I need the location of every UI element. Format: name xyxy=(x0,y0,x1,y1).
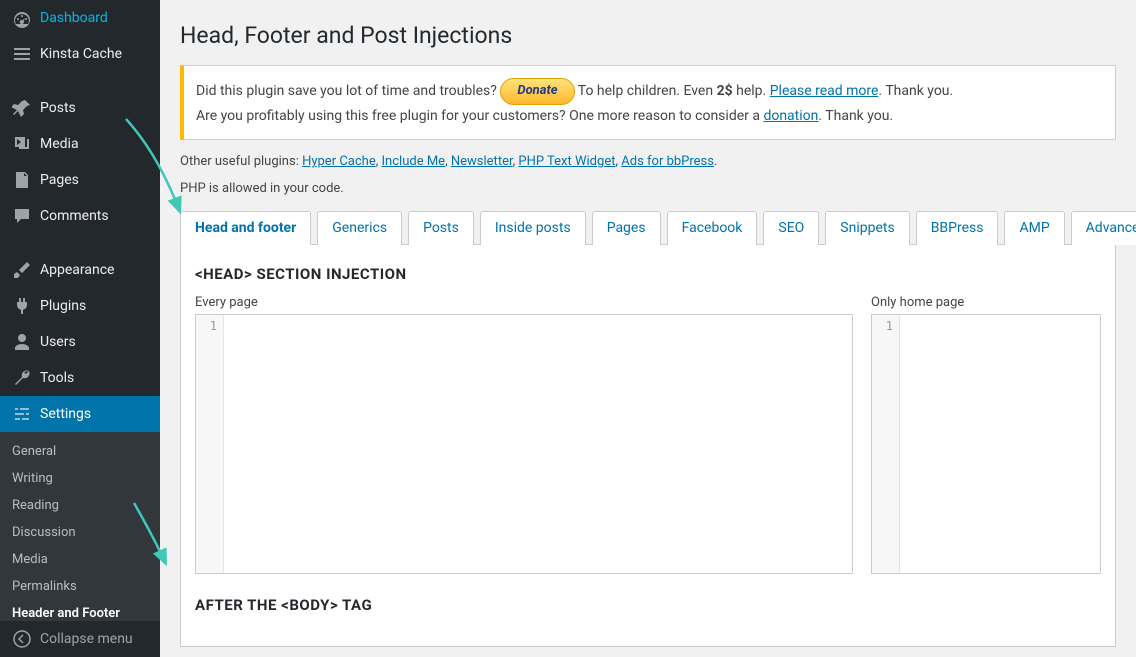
section-after-body: AFTER THE <BODY> TAG xyxy=(195,596,1101,614)
submenu-reading[interactable]: Reading xyxy=(0,492,160,519)
collapse-label: Collapse menu xyxy=(40,631,133,647)
donate-button[interactable]: Donate xyxy=(500,78,574,105)
notice-text-3: help. xyxy=(733,83,770,99)
sidebar-item-tools[interactable]: Tools xyxy=(0,360,160,396)
sidebar-label: Appearance xyxy=(40,262,114,278)
submenu-discussion[interactable]: Discussion xyxy=(0,519,160,546)
tab-posts[interactable]: Posts xyxy=(408,211,474,245)
notice-line2a: Are you profitably using this free plugi… xyxy=(196,108,763,124)
admin-sidebar: Dashboard Kinsta Cache Posts Media Pages… xyxy=(0,0,160,657)
sidebar-item-pages[interactable]: Pages xyxy=(0,162,160,198)
link-include-me[interactable]: Include Me xyxy=(382,154,446,169)
menu-icon xyxy=(12,44,32,64)
sidebar-item-posts[interactable]: Posts xyxy=(0,90,160,126)
link-hyper-cache[interactable]: Hyper Cache xyxy=(302,154,376,169)
main-content: Head, Footer and Post Injections Did thi… xyxy=(160,0,1136,657)
gutter: 1 xyxy=(196,315,224,573)
sidebar-label: Pages xyxy=(40,172,79,188)
sidebar-label: Comments xyxy=(40,208,109,224)
sidebar-label: Tools xyxy=(40,370,74,386)
notice-amount: 2$ xyxy=(717,83,733,99)
editor-every-page-col: Every page 1 xyxy=(195,295,853,574)
editors-row: Every page 1 Only home page 1 xyxy=(195,295,1101,574)
sidebar-item-dashboard[interactable]: Dashboard xyxy=(0,0,160,36)
tab-inside-posts[interactable]: Inside posts xyxy=(480,211,586,245)
gutter: 1 xyxy=(872,315,900,573)
other-plugins-label: Other useful plugins: xyxy=(180,154,302,169)
tab-amp[interactable]: AMP xyxy=(1004,211,1064,245)
tab-snippets[interactable]: Snippets xyxy=(825,211,909,245)
submenu-media[interactable]: Media xyxy=(0,546,160,573)
notice-text-2: To help children. Even xyxy=(578,83,717,99)
media-icon xyxy=(12,134,32,154)
tabs-nav: Head and footer Generics Posts Inside po… xyxy=(180,210,1116,245)
plug-icon xyxy=(12,296,32,316)
user-icon xyxy=(12,332,32,352)
sidebar-label: Plugins xyxy=(40,298,86,314)
notice-thanks: . Thank you. xyxy=(878,83,953,99)
tab-facebook[interactable]: Facebook xyxy=(667,211,758,245)
submenu-general[interactable]: General xyxy=(0,438,160,465)
collapse-menu[interactable]: Collapse menu xyxy=(0,620,160,657)
tab-head-footer[interactable]: Head and footer xyxy=(180,211,311,245)
tab-bbpress[interactable]: BBPress xyxy=(916,211,999,245)
sidebar-label: Settings xyxy=(40,406,91,422)
sidebar-label: Dashboard xyxy=(40,10,108,26)
editor-home-page-col: Only home page 1 xyxy=(871,295,1101,574)
tab-advanced[interactable]: Advanced xyxy=(1071,211,1136,245)
page-icon xyxy=(12,170,32,190)
link-ads-bbpress[interactable]: Ads for bbPress xyxy=(621,154,714,169)
page-title: Head, Footer and Post Injections xyxy=(180,22,1116,49)
sidebar-item-plugins[interactable]: Plugins xyxy=(0,288,160,324)
wrench-icon xyxy=(12,368,32,388)
other-plugins-row: Other useful plugins: Hyper Cache, Inclu… xyxy=(180,154,1116,169)
section-head-injection: <HEAD> SECTION INJECTION xyxy=(195,265,1101,283)
editor-home-page: 1 xyxy=(871,314,1101,574)
sidebar-item-comments[interactable]: Comments xyxy=(0,198,160,234)
pin-icon xyxy=(12,98,32,118)
sliders-icon xyxy=(12,404,32,424)
label-every-page: Every page xyxy=(195,295,853,310)
link-newsletter[interactable]: Newsletter xyxy=(451,154,513,169)
link-php-text-widget[interactable]: PHP Text Widget xyxy=(518,154,615,169)
sidebar-item-kinsta-cache[interactable]: Kinsta Cache xyxy=(0,36,160,72)
donation-notice: Did this plugin save you lot of time and… xyxy=(180,65,1116,140)
dashboard-icon xyxy=(12,8,32,28)
tab-generics[interactable]: Generics xyxy=(317,211,402,245)
editor-every-page: 1 xyxy=(195,314,853,574)
sidebar-item-appearance[interactable]: Appearance xyxy=(0,252,160,288)
submenu-permalinks[interactable]: Permalinks xyxy=(0,573,160,600)
read-more-link[interactable]: Please read more xyxy=(770,83,879,99)
code-input-home-page[interactable] xyxy=(900,315,1100,573)
notice-text-1: Did this plugin save you lot of time and… xyxy=(196,83,497,99)
code-input-every-page[interactable] xyxy=(224,315,852,573)
label-home-page: Only home page xyxy=(871,295,1101,310)
collapse-icon xyxy=(12,629,32,649)
sidebar-item-media[interactable]: Media xyxy=(0,126,160,162)
comment-icon xyxy=(12,206,32,226)
tab-pages[interactable]: Pages xyxy=(592,211,661,245)
tab-seo[interactable]: SEO xyxy=(763,211,819,245)
donation-link[interactable]: donation xyxy=(763,108,818,124)
submenu-writing[interactable]: Writing xyxy=(0,465,160,492)
tab-panel-head-footer: <HEAD> SECTION INJECTION Every page 1 On… xyxy=(180,245,1116,647)
sidebar-item-users[interactable]: Users xyxy=(0,324,160,360)
sidebar-label: Media xyxy=(40,136,79,152)
sidebar-item-settings[interactable]: Settings xyxy=(0,396,160,432)
sidebar-label: Posts xyxy=(40,100,76,116)
brush-icon xyxy=(12,260,32,280)
settings-submenu: General Writing Reading Discussion Media… xyxy=(0,432,160,633)
sidebar-label: Users xyxy=(40,334,76,350)
php-note: PHP is allowed in your code. xyxy=(180,181,1116,196)
notice-line2b: . Thank you. xyxy=(818,108,893,124)
sidebar-label: Kinsta Cache xyxy=(40,46,122,62)
